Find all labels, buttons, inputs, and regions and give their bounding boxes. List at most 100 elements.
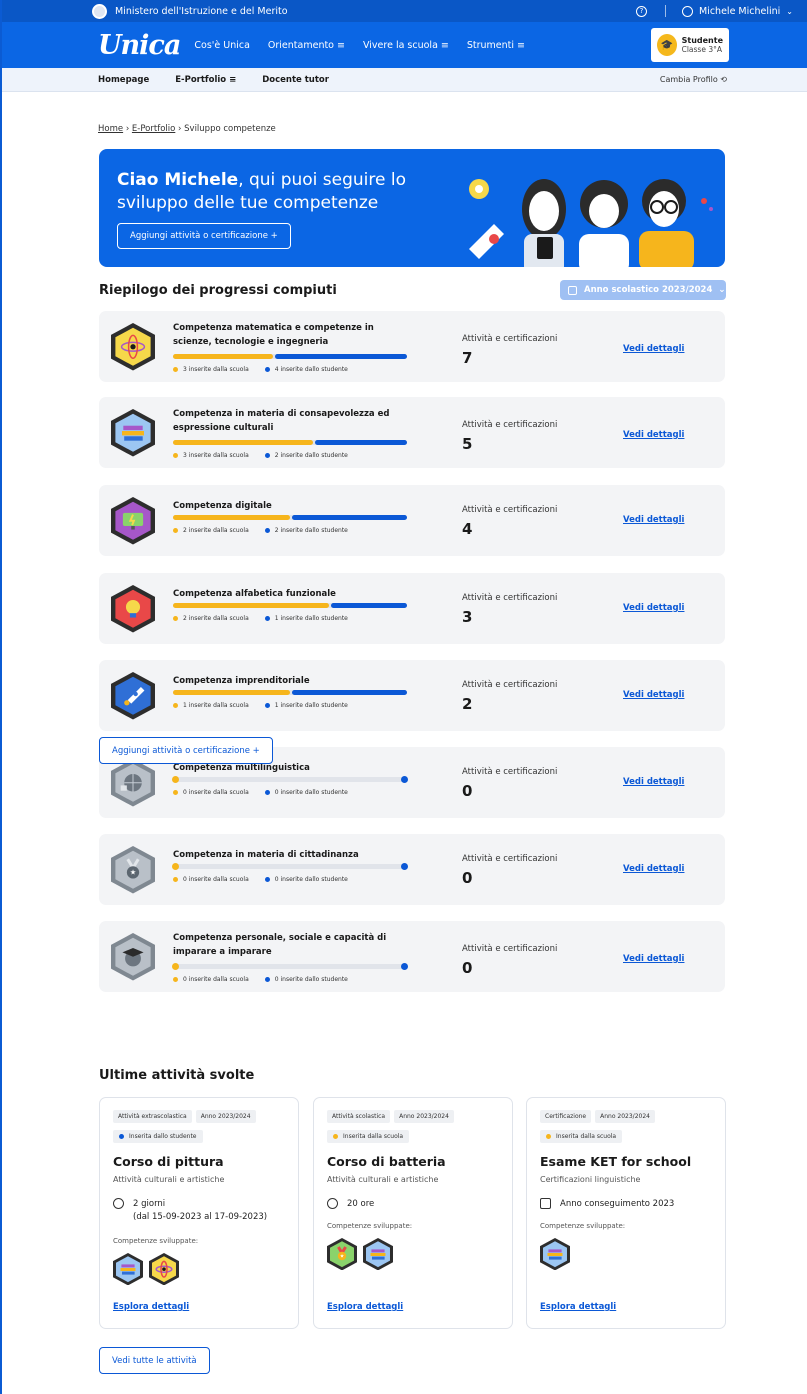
view-details-link[interactable]: Vedi dettagli <box>623 515 684 525</box>
hero-greeting: Ciao Michele, qui puoi seguire lo svilup… <box>117 170 406 213</box>
activity-meta: 20 ore <box>327 1198 374 1211</box>
activity-title: Corso di batteria <box>327 1154 446 1169</box>
activity-card[interactable]: Attività scolastica Anno 2023/2024 Inser… <box>313 1097 513 1329</box>
books-icon <box>113 1253 143 1286</box>
competence-progress-bar <box>173 354 407 359</box>
competence-badges <box>113 1253 185 1286</box>
activities-count: 3 <box>462 608 473 626</box>
activity-year-tag: Anno 2023/2024 <box>394 1110 454 1123</box>
explore-details-link[interactable]: Esplora dettagli <box>113 1302 189 1312</box>
activity-category: Attività culturali e artistiche <box>113 1175 225 1184</box>
competence-row: Competenza matematica e competenze in sc… <box>99 311 725 382</box>
student-progress-fill <box>315 440 407 445</box>
view-details-link[interactable]: Vedi dettagli <box>623 777 684 787</box>
school-dot-icon <box>173 367 178 372</box>
graduation-cap-icon: 🎓 <box>657 34 677 56</box>
school-count-text: 0 inserite dalla scuola <box>183 876 249 883</box>
student-dot-icon <box>264 877 270 882</box>
school-year-select[interactable]: Anno scolastico 2023/2024 ⌄ <box>560 280 726 300</box>
competence-name: Competenza alfabetica funzionale <box>173 589 336 599</box>
student-count-text: 1 inserite dallo studente <box>274 615 348 622</box>
atom-icon <box>111 323 155 371</box>
activities-count: 0 <box>462 869 473 887</box>
school-progress-fill <box>173 690 290 695</box>
activity-tags: Attività scolastica Anno 2023/2024 <box>327 1110 458 1123</box>
student-dot-icon <box>264 367 270 372</box>
help-icon[interactable]: ? <box>636 5 647 17</box>
activity-title: Corso di pittura <box>113 1154 224 1169</box>
view-details-link[interactable]: Vedi dettagli <box>623 690 684 700</box>
hero-add-activity-button[interactable]: Aggiungi attività o certificazione + <box>117 223 291 249</box>
nav-item-strumenti[interactable]: Strumenti ≡ <box>467 40 525 51</box>
nav-item-orientamento[interactable]: Orientamento ≡ <box>268 40 345 51</box>
calendar-icon <box>540 1198 551 1209</box>
competence-progress-bar <box>173 603 407 608</box>
view-details-link[interactable]: Vedi dettagli <box>623 430 684 440</box>
view-all-activities-button[interactable]: Vedi tutte le attività <box>99 1347 210 1374</box>
activity-type-tag: Certificazione <box>540 1110 592 1123</box>
nav-item-vivere-la-scuola[interactable]: Vivere la scuola ≡ <box>363 40 449 51</box>
rocket-icon <box>111 672 155 720</box>
competences-developed-label: Competenze sviluppate: <box>113 1237 199 1245</box>
school-count-text: 1 inserite dalla scuola <box>183 702 249 709</box>
summary-title: Riepilogo dei progressi compiuti <box>99 283 337 298</box>
school-progress-marker <box>172 863 179 870</box>
activities-label: Attività e certificazioni <box>462 420 558 430</box>
student-count-text: 2 inserite dallo studente <box>274 452 348 459</box>
school-dot-icon <box>173 528 178 533</box>
activity-card[interactable]: Attività extrascolastica Anno 2023/2024 … <box>99 1097 299 1329</box>
subnav-homepage[interactable]: Homepage <box>98 75 149 85</box>
add-activity-button[interactable]: Aggiungi attività o certificazione + <box>99 737 273 764</box>
user-name: Michele Michelini <box>699 5 781 17</box>
activity-meta-dates: (dal 15-09-2023 al 17-09-2023) <box>133 1212 268 1222</box>
student-count-text: 1 inserite dallo studente <box>274 702 348 709</box>
chevron-down-icon: ⌄ <box>786 6 793 16</box>
activity-card[interactable]: Certificazione Anno 2023/2024 Inserita d… <box>526 1097 726 1329</box>
competence-row: Competenza imprenditoriale 1 inserite da… <box>99 660 725 731</box>
student-count-text: 0 inserite dallo studente <box>274 976 348 983</box>
school-count-text: 0 inserite dalla scuola <box>183 789 249 796</box>
switch-profile-link[interactable]: Cambia Profilo ⟲ <box>660 75 727 84</box>
view-details-link[interactable]: Vedi dettagli <box>623 344 684 354</box>
school-count-text: 0 inserite dalla scuola <box>183 976 249 983</box>
school-dot-icon <box>173 790 178 795</box>
activity-meta: Anno conseguimento 2023 <box>540 1198 674 1211</box>
student-count-text: 4 inserite dallo studente <box>274 366 348 373</box>
user-menu[interactable]: Michele Michelini ⌄ <box>682 5 793 17</box>
competence-row: Competenza digitale 2 inserite dalla scu… <box>99 485 725 556</box>
nav-item-cose-unica[interactable]: Cos'è Unica <box>194 40 250 51</box>
user-icon <box>682 5 693 17</box>
explore-details-link[interactable]: Esplora dettagli <box>540 1302 616 1312</box>
activities-count: 7 <box>462 349 473 367</box>
activity-year-tag: Anno 2023/2024 <box>195 1110 256 1123</box>
breadcrumb: Home › E-Portfolio › Sviluppo competenze <box>98 124 276 134</box>
medal-icon: ★ <box>327 1238 357 1271</box>
source-dot-icon <box>119 1134 124 1139</box>
subnav-eportfolio[interactable]: E-Portfolio ≡ <box>175 75 236 85</box>
school-progress-fill <box>173 354 273 359</box>
student-dot-icon <box>264 616 270 621</box>
view-details-link[interactable]: Vedi dettagli <box>623 864 684 874</box>
view-details-link[interactable]: Vedi dettagli <box>623 603 684 613</box>
profile-switcher[interactable]: 🎓 Studente Classe 3°A <box>651 28 729 62</box>
explore-details-link[interactable]: Esplora dettagli <box>327 1302 403 1312</box>
activity-category: Attività culturali e artistiche <box>327 1175 439 1184</box>
activity-meta: 2 giorni (dal 15-09-2023 al 17-09-2023) <box>113 1198 267 1224</box>
svg-text:★: ★ <box>130 868 136 877</box>
activities-label: Attività e certificazioni <box>462 593 558 603</box>
breadcrumb-home[interactable]: Home <box>98 124 123 134</box>
view-details-link[interactable]: Vedi dettagli <box>623 954 684 964</box>
medal-icon: ★ <box>111 846 155 894</box>
competence-name: Competenza digitale <box>173 501 272 511</box>
student-dot-icon <box>264 453 270 458</box>
activity-tags: Certificazione Anno 2023/2024 <box>540 1110 659 1123</box>
calendar-icon <box>568 285 577 295</box>
activities-count: 4 <box>462 520 473 538</box>
unica-logo[interactable]: Unica <box>98 30 181 61</box>
subnav-docente-tutor[interactable]: Docente tutor <box>262 75 329 85</box>
activity-meta-line: 2 giorni <box>133 1199 166 1209</box>
ministry-title[interactable]: Ministero dell'Istruzione e del Merito <box>115 6 288 17</box>
school-count-text: 3 inserite dalla scuola <box>183 366 249 373</box>
breadcrumb-eportfolio[interactable]: E-Portfolio <box>132 124 175 134</box>
activities-label: Attività e certificazioni <box>462 944 558 954</box>
